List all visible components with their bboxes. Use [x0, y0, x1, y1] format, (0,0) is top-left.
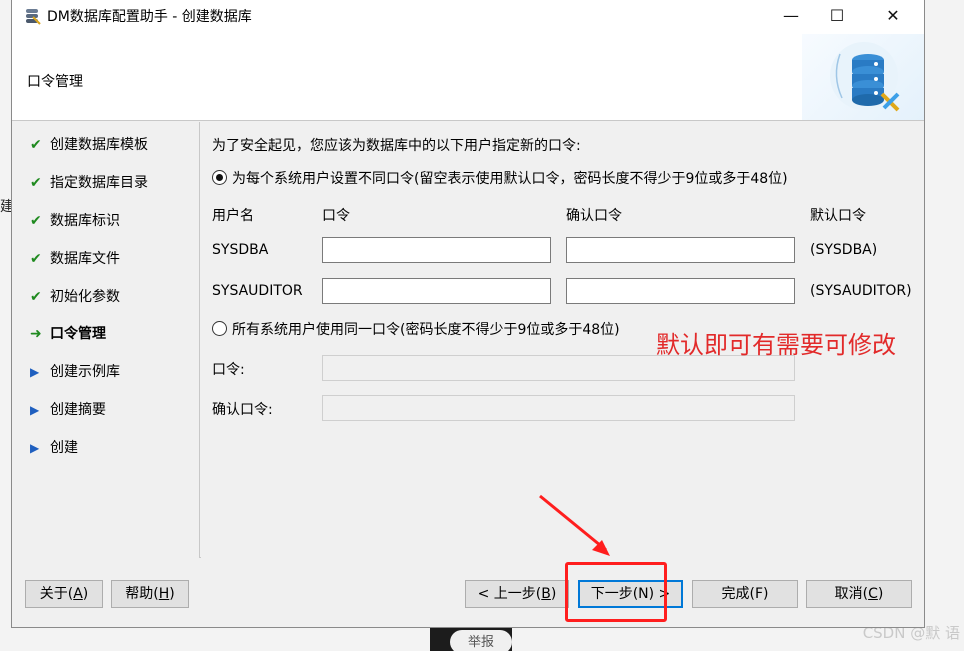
step-db-identifier: ✔ 数据库标识	[30, 210, 195, 232]
triangle-right-icon: ▶	[30, 441, 40, 455]
check-icon: ✔	[30, 137, 42, 153]
step-label: 口令管理	[50, 326, 106, 342]
radio-separate-label[interactable]: 为每个系统用户设置不同口令(留空表示使用默认口令，密码长度不得少于9位或多于48…	[232, 168, 788, 188]
annotation-text: 默认即可有需要可修改	[656, 331, 896, 359]
background-panel: 举报	[430, 626, 512, 651]
same-confirm-input[interactable]	[322, 395, 795, 421]
page-title: 口令管理	[27, 74, 83, 90]
minimize-button[interactable]: —	[768, 0, 814, 31]
cancel-button[interactable]: 取消(C)	[806, 580, 912, 608]
column-default: 默认口令	[810, 208, 866, 224]
maximize-button[interactable]: ☐	[814, 0, 860, 31]
step-label: 初始化参数	[50, 289, 120, 305]
sysauditor-default: (SYSAUDITOR)	[810, 283, 912, 299]
report-pill[interactable]: 举报	[450, 630, 512, 651]
about-button[interactable]: 关于(A)	[25, 580, 103, 608]
annotation-arrow-icon	[539, 494, 610, 556]
radio-same-label[interactable]: 所有系统用户使用同一口令(密码长度不得少于9位或多于48位)	[232, 319, 620, 339]
step-password-mgmt: ➜ 口令管理	[30, 323, 195, 345]
check-icon: ✔	[30, 175, 42, 191]
finish-button[interactable]: 完成(F)	[692, 580, 798, 608]
same-confirm-label: 确认口令:	[212, 402, 273, 418]
arrow-right-icon: ➜	[30, 326, 42, 342]
step-label: 创建	[50, 440, 78, 456]
title-bar[interactable]: DM数据库配置助手 - 创建数据库 — ☐ ✕	[12, 0, 924, 31]
sysdba-password-input[interactable]	[322, 237, 551, 263]
step-label: 指定数据库目录	[50, 175, 148, 191]
prev-button[interactable]: < 上一步(B)	[465, 580, 569, 608]
user-name-sysdba: SYSDBA	[212, 242, 269, 258]
check-icon: ✔	[30, 289, 42, 305]
triangle-right-icon: ▶	[30, 365, 40, 379]
user-name-sysauditor: SYSAUDITOR	[212, 283, 303, 299]
check-icon: ✔	[30, 213, 42, 229]
step-label: 创建摘要	[50, 402, 106, 418]
sysdba-confirm-input[interactable]	[566, 237, 795, 263]
close-button[interactable]: ✕	[870, 0, 916, 31]
radio-separate-passwords[interactable]	[212, 170, 227, 185]
step-sample-db: ▶ 创建示例库	[30, 361, 195, 383]
sysdba-default: (SYSDBA)	[810, 242, 878, 258]
step-label: 数据库标识	[50, 213, 120, 229]
same-password-label: 口令:	[212, 362, 245, 378]
step-db-directory: ✔ 指定数据库目录	[30, 172, 195, 194]
column-username: 用户名	[212, 208, 254, 224]
window-title: DM数据库配置助手 - 创建数据库	[47, 9, 252, 25]
column-password: 口令	[322, 208, 350, 224]
intro-text: 为了安全起见，您应该为数据库中的以下用户指定新的口令:	[212, 138, 581, 154]
column-confirm: 确认口令	[566, 208, 622, 224]
database-server-icon	[830, 42, 900, 112]
sysauditor-confirm-input[interactable]	[566, 278, 795, 304]
step-label: 数据库文件	[50, 251, 120, 267]
app-database-icon	[26, 9, 41, 25]
step-label: 创建数据库模板	[50, 137, 148, 153]
help-button[interactable]: 帮助(H)	[111, 580, 189, 608]
sysauditor-password-input[interactable]	[322, 278, 551, 304]
check-icon: ✔	[30, 251, 42, 267]
radio-same-password[interactable]	[212, 321, 227, 336]
step-init-params: ✔ 初始化参数	[30, 286, 195, 308]
header-illustration	[802, 34, 924, 120]
step-db-files: ✔ 数据库文件	[30, 248, 195, 270]
dm-config-window: DM数据库配置助手 - 创建数据库 — ☐ ✕ 口令管理 ✔ 创建数据库模板 ✔…	[11, 0, 925, 628]
step-create-template: ✔ 创建数据库模板	[30, 134, 195, 156]
step-summary: ▶ 创建摘要	[30, 399, 195, 421]
step-create: ▶ 创建	[30, 437, 195, 459]
triangle-right-icon: ▶	[30, 403, 40, 417]
steps-sidebar: ✔ 创建数据库模板 ✔ 指定数据库目录 ✔ 数据库标识 ✔ 数据库文件 ✔ 初始化参数 ➜…	[12, 122, 200, 558]
next-button-highlight	[565, 562, 667, 622]
page-header: 口令管理	[12, 31, 924, 121]
step-label: 创建示例库	[50, 364, 120, 380]
